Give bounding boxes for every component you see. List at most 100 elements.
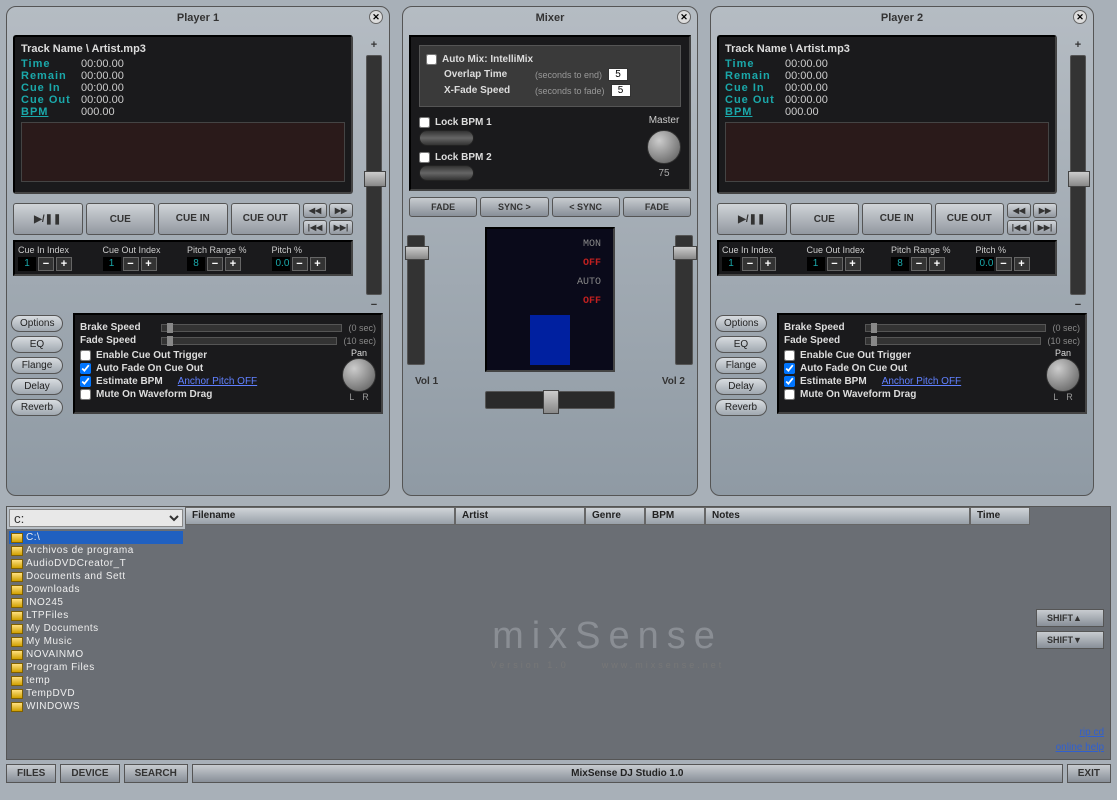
vol1-slider[interactable]: [407, 235, 425, 365]
eq-button[interactable]: EQ: [715, 336, 767, 353]
flange-button[interactable]: Flange: [715, 357, 767, 374]
online-help-link[interactable]: online help: [1036, 742, 1104, 753]
pan-knob[interactable]: [1046, 358, 1080, 392]
col-genre[interactable]: Genre: [585, 507, 645, 525]
folder-item[interactable]: INO245: [9, 596, 183, 609]
play-button[interactable]: ▶/❚❚: [13, 203, 83, 235]
close-icon[interactable]: ✕: [677, 10, 691, 24]
options-button[interactable]: Options: [11, 315, 63, 332]
skip-start-icon[interactable]: |◀◀: [303, 220, 327, 235]
brake-slider[interactable]: [161, 324, 342, 332]
folder-item[interactable]: WINDOWS: [9, 700, 183, 713]
folder-item[interactable]: temp: [9, 674, 183, 687]
options-button[interactable]: Options: [715, 315, 767, 332]
cue-out-button[interactable]: CUE OUT: [231, 203, 301, 235]
plus-icon[interactable]: +: [56, 257, 72, 271]
cue-out-button[interactable]: CUE OUT: [935, 203, 1005, 235]
close-icon[interactable]: ✕: [369, 10, 383, 24]
files-button[interactable]: FILES: [6, 764, 56, 783]
folder-item[interactable]: My Documents: [9, 622, 183, 635]
device-button[interactable]: DEVICE: [60, 764, 119, 783]
skip-start-icon[interactable]: |◀◀: [1007, 220, 1031, 235]
sync-right-button[interactable]: SYNC >: [480, 197, 548, 217]
folder-item[interactable]: My Music: [9, 635, 183, 648]
mixer-title: Mixer: [536, 12, 565, 24]
mute-drag-checkbox[interactable]: [80, 389, 91, 400]
player1-title: Player 1: [177, 12, 219, 24]
col-artist[interactable]: Artist: [455, 507, 585, 525]
pitch-slider[interactable]: [1070, 55, 1086, 295]
folder-item[interactable]: Archivos de programa: [9, 544, 183, 557]
cue-button[interactable]: CUE: [86, 203, 156, 235]
play-button[interactable]: ▶/❚❚: [717, 203, 787, 235]
waveform[interactable]: [21, 122, 345, 182]
cue-in-button[interactable]: CUE IN: [862, 203, 932, 235]
auto-fade-checkbox[interactable]: [80, 363, 91, 374]
anchor-pitch-link[interactable]: Anchor Pitch OFF: [882, 376, 961, 387]
vol2-slider[interactable]: [675, 235, 693, 365]
lock-bpm2-checkbox[interactable]: [419, 152, 430, 163]
minus-icon[interactable]: −: [38, 257, 54, 271]
automix-checkbox[interactable]: [426, 54, 437, 65]
folder-item[interactable]: Downloads: [9, 583, 183, 596]
folder-item[interactable]: Program Files: [9, 661, 183, 674]
skip-end-icon[interactable]: ▶▶|: [1033, 220, 1057, 235]
fade-slider[interactable]: [865, 337, 1041, 345]
shift-up-button[interactable]: SHIFT▲: [1036, 609, 1104, 627]
close-icon[interactable]: ✕: [1073, 10, 1087, 24]
logo: mixSense Version 1.0 www.mixsense.net: [185, 525, 1030, 759]
cue-trigger-checkbox[interactable]: [80, 350, 91, 361]
fwd-icon[interactable]: ▶▶: [1033, 203, 1057, 218]
folder-item[interactable]: AudioDVDCreator_T: [9, 557, 183, 570]
folder-tree[interactable]: C:\Archivos de programaAudioDVDCreator_T…: [7, 529, 185, 759]
reverb-button[interactable]: Reverb: [11, 399, 63, 416]
col-notes[interactable]: Notes: [705, 507, 970, 525]
player2-lcd: Track Name \ Artist.mp3 Time00:00.00 Rem…: [717, 35, 1057, 194]
fade1-button[interactable]: FADE: [409, 197, 477, 217]
bpm2-oval[interactable]: [419, 165, 474, 181]
rew-icon[interactable]: ◀◀: [1007, 203, 1031, 218]
bpm1-oval[interactable]: [419, 130, 474, 146]
delay-button[interactable]: Delay: [715, 378, 767, 395]
waveform[interactable]: [725, 122, 1049, 182]
col-time[interactable]: Time: [970, 507, 1030, 525]
player2-title: Player 2: [881, 12, 923, 24]
col-bpm[interactable]: BPM: [645, 507, 705, 525]
folder-item[interactable]: TempDVD: [9, 687, 183, 700]
eq-button[interactable]: EQ: [11, 336, 63, 353]
cue-button[interactable]: CUE: [790, 203, 860, 235]
pan-knob[interactable]: [342, 358, 376, 392]
pitch-slider[interactable]: [366, 55, 382, 295]
fwd-icon[interactable]: ▶▶: [329, 203, 353, 218]
search-button[interactable]: SEARCH: [124, 764, 188, 783]
rip-cd-link[interactable]: rip cd: [1036, 727, 1104, 738]
track-name: Track Name \ Artist.mp3: [725, 43, 1049, 55]
exit-button[interactable]: EXIT: [1067, 764, 1111, 783]
brake-slider[interactable]: [865, 324, 1046, 332]
crossfader[interactable]: [485, 391, 615, 409]
folder-item[interactable]: C:\: [9, 531, 183, 544]
lock-bpm1-checkbox[interactable]: [419, 117, 430, 128]
cue-in-button[interactable]: CUE IN: [158, 203, 228, 235]
reverb-button[interactable]: Reverb: [715, 399, 767, 416]
xfade-input[interactable]: [611, 84, 631, 97]
folder-item[interactable]: Documents and Sett: [9, 570, 183, 583]
shift-down-button[interactable]: SHIFT▼: [1036, 631, 1104, 649]
overlap-input[interactable]: [608, 68, 628, 81]
estimate-bpm-checkbox[interactable]: [80, 376, 91, 387]
sync-left-button[interactable]: < SYNC: [552, 197, 620, 217]
master-knob[interactable]: [647, 130, 681, 164]
drive-select[interactable]: c:: [9, 509, 183, 527]
folder-item[interactable]: NOVAINMO: [9, 648, 183, 661]
delay-button[interactable]: Delay: [11, 378, 63, 395]
anchor-pitch-link[interactable]: Anchor Pitch OFF: [178, 376, 257, 387]
col-filename[interactable]: Filename: [185, 507, 455, 525]
fade2-button[interactable]: FADE: [623, 197, 691, 217]
skip-end-icon[interactable]: ▶▶|: [329, 220, 353, 235]
fade-slider[interactable]: [161, 337, 337, 345]
plus-icon: +: [371, 39, 377, 51]
folder-item[interactable]: LTPFiles: [9, 609, 183, 622]
rew-icon[interactable]: ◀◀: [303, 203, 327, 218]
player1-lcd: Track Name \ Artist.mp3 Time00:00.00 Rem…: [13, 35, 353, 194]
flange-button[interactable]: Flange: [11, 357, 63, 374]
